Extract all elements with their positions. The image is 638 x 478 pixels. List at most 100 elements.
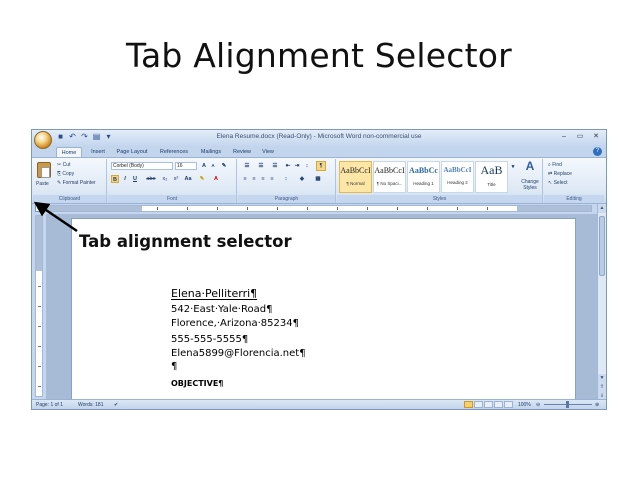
office-button[interactable] [34,131,52,149]
ruler-tick [217,207,218,210]
tab-view[interactable]: View [258,147,278,157]
strikethrough-button[interactable]: abe [144,175,158,183]
italic-button[interactable]: I [121,175,129,183]
font-group: Corbel (Body) 16 A A ✎ B I U abe x₂ x² A… [108,159,237,203]
style-heading-1[interactable]: AaBbCc Heading 1 [407,161,440,193]
ruler-tick [307,207,308,210]
format-painter-label: Format Painter [62,180,96,186]
borders-icon[interactable]: ▦ [312,175,324,183]
superscript-button[interactable]: x² [171,175,181,183]
tab-review[interactable]: Review [229,147,255,157]
ruler-right-margin [517,206,591,211]
bullets-icon[interactable]: ☰ [241,162,253,170]
font-size-select[interactable]: 16 [175,162,197,170]
zoom-out-icon[interactable]: ⊖ [536,401,540,409]
font-family-select[interactable]: Corbel (Body) [111,162,173,170]
align-left-icon[interactable]: ≡ [241,175,249,183]
highlight-icon[interactable]: ✎ [198,175,206,183]
copy-button[interactable]: ⎘ Copy [57,171,74,177]
horizontal-ruler[interactable] [46,205,592,212]
replace-label: Replace [553,171,572,177]
align-center-icon[interactable]: ≡ [250,175,258,183]
status-bar: Page: 1 of 1 Words: 181 ✔ 100% ⊖ ⊕ [32,399,606,409]
doc-line-objective[interactable]: OBJECTIVE¶ [171,379,223,388]
underline-button[interactable]: U [131,175,139,183]
doc-line-name[interactable]: Elena·Pelliterri¶ [171,287,257,300]
paste-icon[interactable] [37,162,51,178]
paste-button[interactable]: Paste [36,181,49,187]
change-styles-button[interactable]: Change Styles [518,179,542,191]
paragraph-group-label: Paragraph [238,195,335,203]
multilevel-list-icon[interactable]: ☰ [269,162,281,170]
tab-references[interactable]: References [155,147,193,157]
select-button[interactable]: ↖ Select [548,180,568,186]
style-name: ¶ No Spaci... [376,181,403,186]
ruler-tick [38,286,41,287]
ruler-tick [187,207,188,210]
print-layout-icon[interactable] [464,401,473,408]
callout-label: Tab alignment selector [79,232,292,251]
tab-mailings[interactable]: Mailings [196,147,226,157]
doc-line-city[interactable]: Florence,·Arizona·85234¶ [171,318,299,329]
grow-font-button[interactable]: A [200,162,208,170]
doc-line-phone[interactable]: 555-555-5555¶ [171,334,248,345]
close-button[interactable]: ✕ [589,132,603,142]
tab-insert[interactable]: Insert [86,147,110,157]
font-color-icon[interactable]: A [212,175,220,183]
minimize-button[interactable]: – [557,132,571,142]
show-marks-button[interactable]: ¶ [316,161,326,171]
help-icon[interactable]: ? [593,147,602,156]
shrink-font-button[interactable]: A [209,162,217,170]
maximize-button[interactable]: ▭ [573,132,587,142]
clear-format-icon[interactable]: ✎ [220,162,228,170]
vertical-scrollbar[interactable]: ▲ ▼ ⇑ ⇓ [597,204,606,401]
justify-icon[interactable]: ≡ [268,175,276,183]
previous-page-icon[interactable]: ⇑ [598,383,606,392]
sort-icon[interactable]: ↕ [303,162,311,170]
status-page[interactable]: Page: 1 of 1 [36,401,63,409]
subscript-button[interactable]: x₂ [160,175,170,183]
status-words[interactable]: Words: 181 [78,401,103,409]
doc-line-street[interactable]: 542·East·Yale·Road¶ [171,304,272,315]
window-controls: – ▭ ✕ [557,132,603,142]
styles-more-icon[interactable]: ▾ [509,163,517,171]
doc-line-blank[interactable]: ¶ [171,361,177,372]
cut-label: Cut [62,162,71,168]
style-no-spacing[interactable]: AaBbCcI ¶ No Spaci... [373,161,406,193]
zoom-in-icon[interactable]: ⊕ [595,401,599,409]
tab-alignment-selector[interactable]: L [35,203,43,212]
draft-icon[interactable] [504,401,513,408]
numbering-icon[interactable]: ☰ [255,162,267,170]
change-case-button[interactable]: Aa [183,175,193,183]
proofing-icon[interactable]: ✔ [114,401,118,409]
line-spacing-icon[interactable]: ↕ [280,175,292,183]
doc-line-email[interactable]: Elena5899@Florencia.net¶ [171,348,306,359]
scrollbar-thumb[interactable] [599,216,605,276]
tab-page-layout[interactable]: Page Layout [112,147,152,157]
bold-button[interactable]: B [111,175,119,183]
shading-icon[interactable]: ◈ [296,175,308,183]
find-label: Find [552,162,562,168]
scroll-up-icon[interactable]: ▲ [598,204,606,213]
outline-icon[interactable] [494,401,503,408]
decrease-indent-icon[interactable]: ⇤ [284,162,292,170]
style-sample: AaB [480,163,503,177]
web-layout-icon[interactable] [484,401,493,408]
vertical-ruler[interactable] [35,215,43,397]
scroll-down-icon[interactable]: ▼ [598,374,606,383]
cut-button[interactable]: ✂ Cut [57,162,70,168]
replace-button[interactable]: ⇄ Replace [548,171,572,177]
zoom-level[interactable]: 100% [518,401,531,409]
align-right-icon[interactable]: ≡ [259,175,267,183]
find-button[interactable]: ⌕ Find [548,162,562,168]
change-styles-icon[interactable]: A [523,160,537,176]
tab-home[interactable]: Home [56,147,82,157]
full-screen-reading-icon[interactable] [474,401,483,408]
style-title[interactable]: AaB Title [475,161,508,193]
clipboard-group: Paste ✂ Cut ⎘ Copy ✎ Format Painter Clip… [33,159,107,203]
style-normal[interactable]: AaBbCcI ¶ Normal [339,161,372,193]
increase-indent-icon[interactable]: ⇥ [293,162,301,170]
style-heading-2[interactable]: AaBbCcI Heading 2 [441,161,474,193]
format-painter-button[interactable]: ✎ Format Painter [57,180,96,186]
zoom-slider-handle[interactable] [566,401,569,408]
